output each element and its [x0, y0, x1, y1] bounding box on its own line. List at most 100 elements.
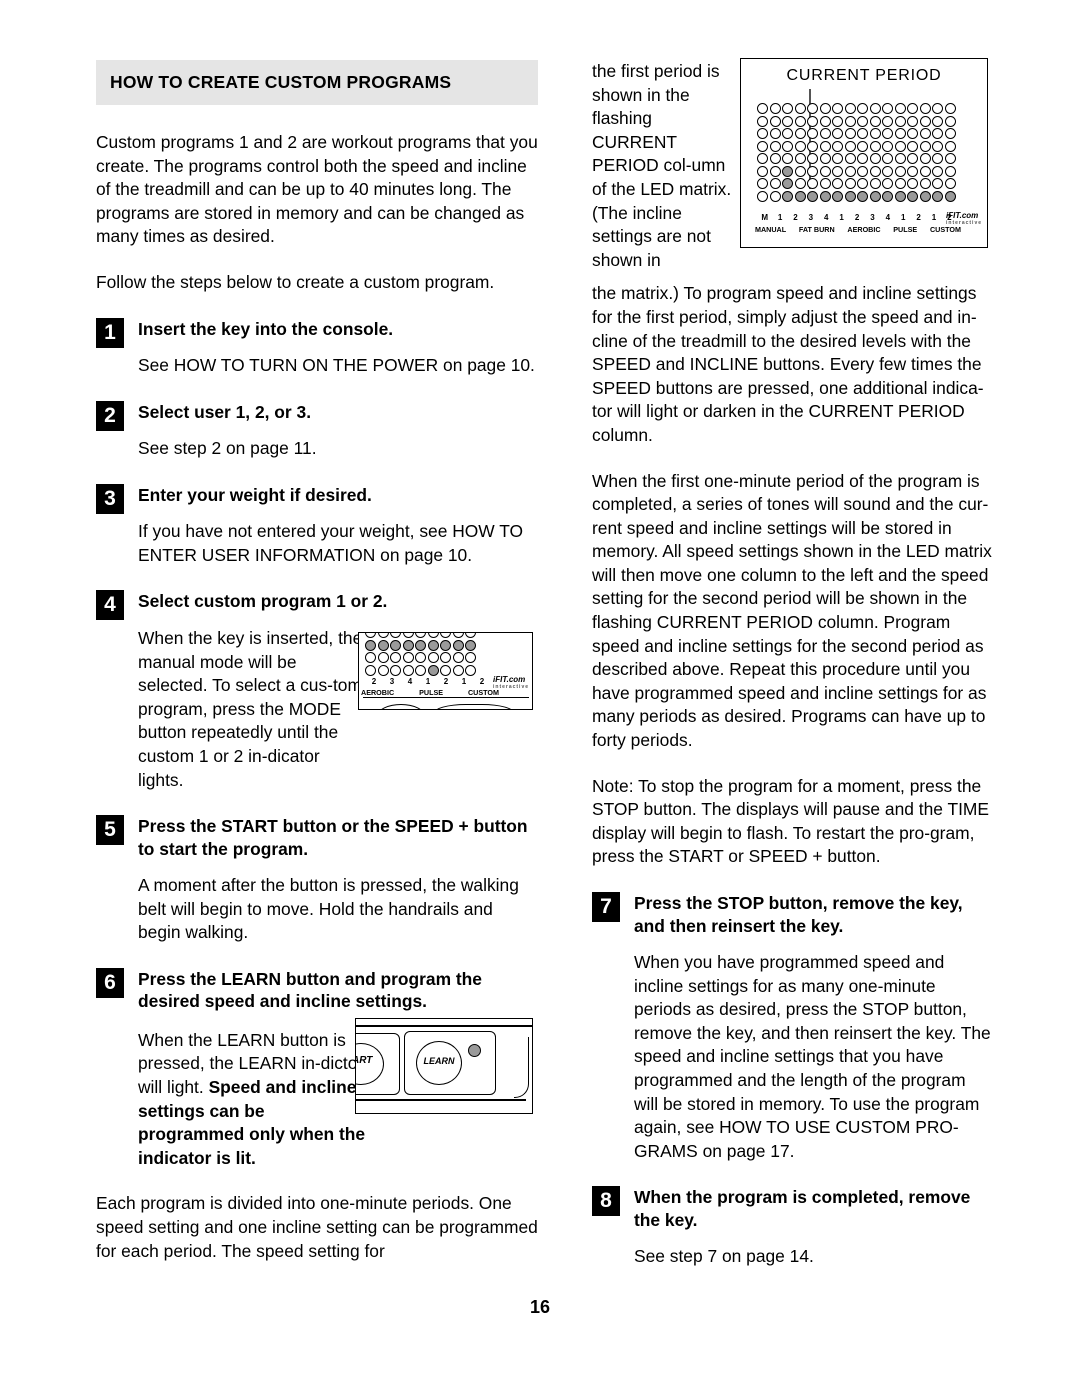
console-button-right[interactable] — [433, 704, 515, 709]
led-dot-off — [869, 103, 881, 114]
ifit-sub: interactive — [493, 684, 530, 690]
step-1-body: See HOW TO TURN ON THE POWER on page 10. — [96, 354, 538, 378]
led-dot-off — [894, 128, 906, 139]
led-dot-on — [782, 190, 793, 202]
led-dot-off — [919, 178, 931, 189]
led-column-label: 1 — [777, 213, 783, 222]
led-dot-on — [427, 664, 439, 676]
led-dot-off — [807, 178, 818, 189]
led-dot-off — [857, 115, 868, 127]
led-dot-off — [869, 128, 881, 139]
led-dot-off — [882, 153, 893, 164]
led-dot-on — [882, 190, 893, 202]
led-dot-off — [794, 178, 806, 189]
led-dot-on — [377, 639, 389, 651]
step-body-text: When you have programmed speed and incli… — [634, 952, 991, 1161]
led-dot-off — [844, 153, 856, 164]
led-dot-off — [944, 140, 956, 152]
led-dot-on — [415, 639, 426, 651]
step-8: 8 When the program is completed, remove … — [592, 1185, 992, 1231]
led-dot-off — [832, 115, 843, 127]
led-dot-off — [415, 664, 426, 676]
led-dot-off — [819, 103, 831, 114]
current-period-caption: CURRENT PERIOD — [786, 67, 942, 84]
led-dot-off — [944, 153, 956, 164]
led-dot-off — [807, 140, 818, 152]
led-dot-on — [919, 190, 931, 202]
led-dot-off — [440, 652, 451, 663]
console-button-left[interactable] — [377, 704, 425, 709]
led-dot-off — [782, 140, 793, 152]
led-dot-off — [869, 140, 881, 152]
step-number-badge: 4 — [96, 590, 124, 621]
led-dot-off — [794, 165, 806, 177]
led-dot-off — [757, 128, 768, 139]
led-group-labels: AEROBIC PULSE CUSTOM — [361, 688, 499, 697]
led-column-label: 2 — [371, 677, 377, 686]
led-group-label: FAT BURN — [798, 225, 835, 234]
led-dot-on — [832, 190, 843, 202]
page-number: 16 — [529, 1297, 551, 1317]
led-row — [757, 165, 956, 177]
step-title: Press the START button or the SPEED + bu… — [138, 816, 528, 859]
step-body-text: See step 7 on page 14. — [634, 1246, 814, 1267]
led-column-label: 2 — [793, 213, 798, 222]
led-dot-off — [944, 115, 956, 127]
led-dot-off — [769, 128, 781, 139]
figure-console-mode: 2341212 AEROBIC PULSE CUSTOM iFIT.com inte… — [358, 632, 533, 710]
led-dot-off — [390, 633, 401, 638]
led-dot-off — [377, 652, 389, 663]
led-dot-off — [440, 633, 451, 638]
led-row — [757, 140, 956, 152]
led-column-label: 4 — [824, 213, 829, 222]
led-column-label: 2 — [916, 213, 921, 222]
led-dot-off — [882, 165, 893, 177]
led-group-label: AEROBIC — [361, 688, 395, 697]
panel-edge-right — [514, 1037, 529, 1098]
led-dot-off — [819, 178, 831, 189]
led-dot-off — [919, 103, 931, 114]
follow-paragraph: Follow the steps below to create a custo… — [96, 271, 495, 292]
led-dot-off — [807, 165, 818, 177]
led-dot-off — [402, 664, 414, 676]
led-row — [365, 664, 476, 676]
led-dot-off — [844, 103, 856, 114]
led-column-label: 1 — [461, 677, 467, 686]
led-dot-off — [465, 652, 476, 663]
led-dot-on — [402, 639, 414, 651]
led-dot-off — [894, 140, 906, 152]
led-dot-off — [869, 115, 881, 127]
led-group-labels: MANUAL FAT BURN AEROBIC PULSE CUSTOM — [755, 225, 961, 234]
led-dot-off — [894, 178, 906, 189]
led-dot-off — [757, 115, 768, 127]
step-5: 5 Press the START button or the SPEED + … — [96, 814, 538, 860]
step-body-text: When the LEARN button is pressed, the LE… — [138, 1029, 366, 1171]
continue-paragraph: the matrix.) To program speed and inclin… — [592, 283, 984, 445]
led-dot-off — [857, 128, 868, 139]
led-dot-on — [857, 190, 868, 202]
led-column-label: 3 — [389, 677, 395, 686]
led-dot-off — [832, 178, 843, 189]
led-column-label: 3 — [808, 213, 814, 222]
wrap-paragraph: the first period is shown in the flashin… — [592, 61, 732, 270]
step-2: 2 Select user 1, 2, or 3. — [96, 400, 538, 431]
led-dot-off — [919, 128, 931, 139]
led-dot-off — [819, 115, 831, 127]
step-body-text: A moment after the button is pressed, th… — [138, 875, 519, 943]
led-dot-off — [452, 633, 464, 638]
led-group-label: PULSE — [893, 225, 918, 234]
step-1: 1 Insert the key into the console. — [96, 317, 538, 348]
led-dot-off — [832, 165, 843, 177]
led-dot-on — [794, 190, 806, 202]
led-column-label: 2 — [854, 213, 860, 222]
led-dot-off — [365, 633, 376, 638]
led-dot-on — [819, 190, 831, 202]
led-dot-on — [440, 639, 451, 651]
led-dot-off — [819, 165, 831, 177]
led-row — [757, 103, 956, 114]
step-number-badge: 1 — [96, 317, 124, 348]
led-column-label: M — [761, 213, 769, 222]
step-body-text: See HOW TO TURN ON THE POWER on page 10. — [138, 355, 535, 376]
led-dot-off — [377, 633, 389, 638]
led-group-label: PULSE — [419, 688, 444, 697]
